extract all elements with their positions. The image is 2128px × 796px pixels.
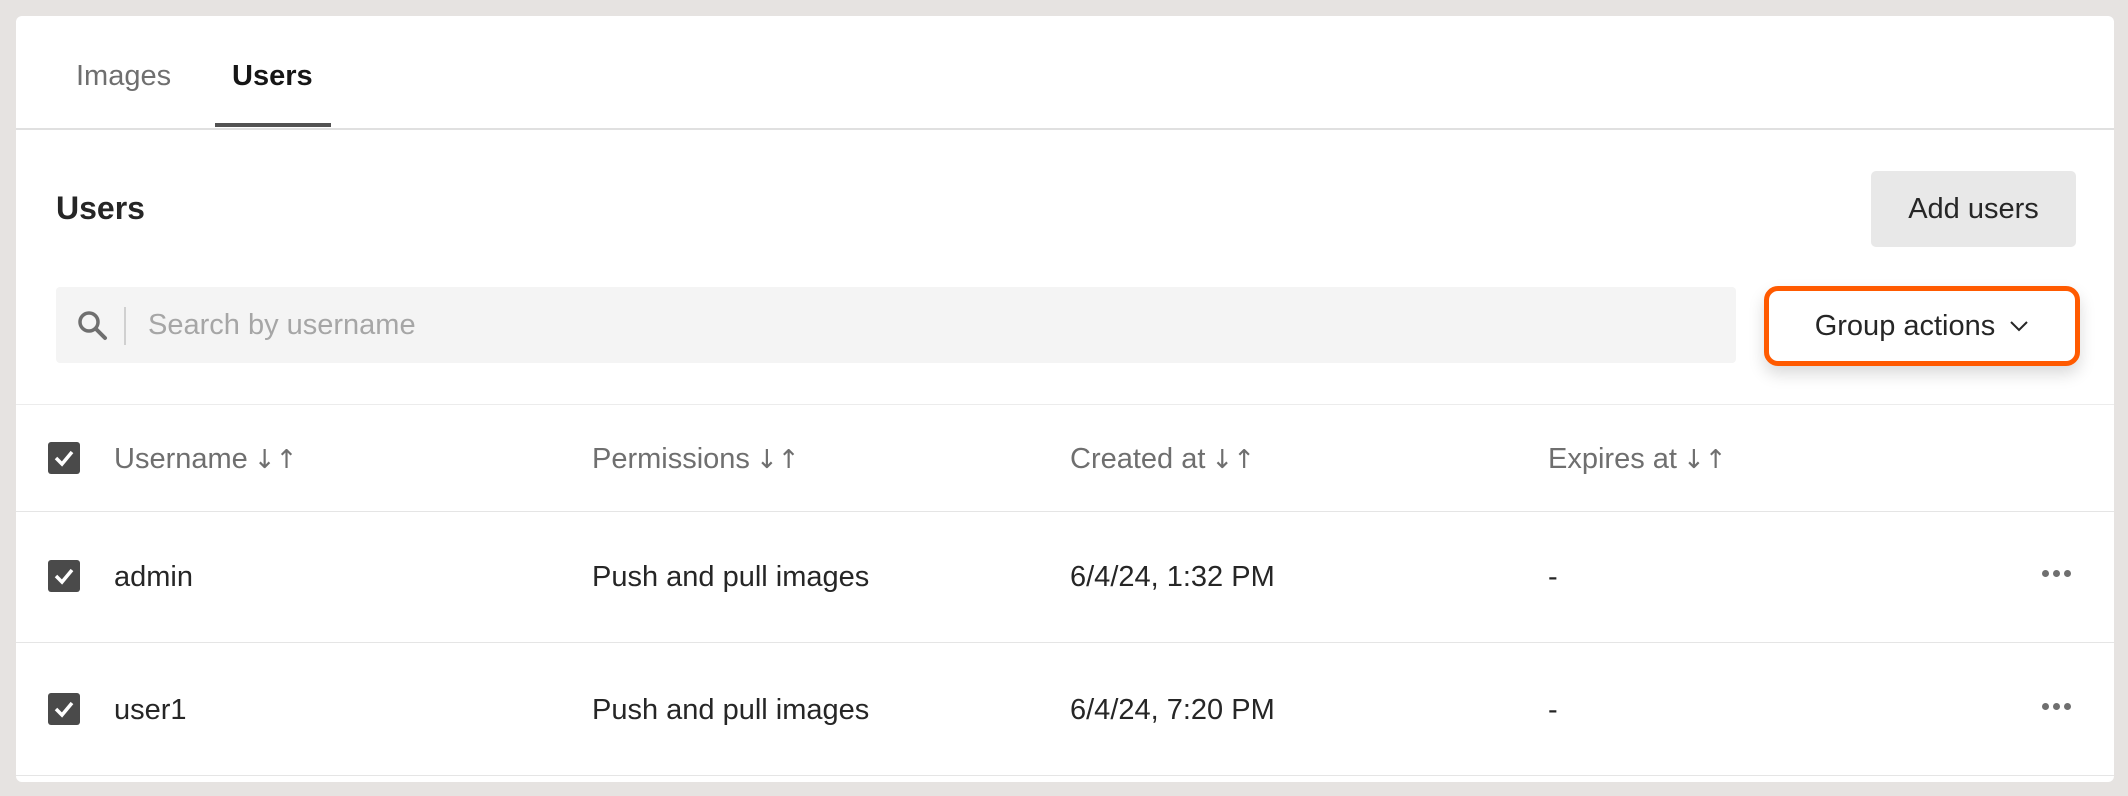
more-horizontal-icon[interactable] xyxy=(2040,564,2080,588)
sort-icon: ↓↑ xyxy=(253,445,298,475)
cell-username: user1 xyxy=(114,694,187,726)
chevron-down-icon xyxy=(2010,321,2028,332)
column-header-expires-at[interactable]: Expires at ↓↑ xyxy=(1548,443,1727,476)
tab-users[interactable]: Users xyxy=(232,60,313,93)
checkmark-icon xyxy=(54,568,74,585)
active-tab-indicator xyxy=(215,123,331,127)
checkmark-icon xyxy=(54,701,74,718)
table-header: Username ↓↑ Permissions ↓↑ Created at ↓↑ Ex… xyxy=(16,404,2114,512)
search-divider xyxy=(124,307,126,345)
search-bar xyxy=(56,287,1740,363)
select-all-checkbox[interactable] xyxy=(48,442,80,474)
table-row: admin Push and pull images 6/4/24, 1:32 … xyxy=(16,510,2114,643)
search-input[interactable] xyxy=(136,287,1740,363)
group-actions-label: Group actions xyxy=(1814,309,1996,342)
cell-permissions: Push and pull images xyxy=(592,694,870,726)
cell-created-at: 6/4/24, 7:20 PM xyxy=(1070,694,1275,726)
checkmark-icon xyxy=(54,450,74,467)
users-panel: Images Users Users Add users Group actio… xyxy=(16,16,2114,782)
tab-images[interactable]: Images xyxy=(76,60,171,93)
cell-expires-at: - xyxy=(1548,694,1558,726)
cell-created-at: 6/4/24, 1:32 PM xyxy=(1070,561,1275,593)
column-header-created-at[interactable]: Created at ↓↑ xyxy=(1070,443,1255,476)
sort-icon: ↓↑ xyxy=(1211,445,1255,475)
section-title: Users xyxy=(56,190,145,226)
cell-permissions: Push and pull images xyxy=(592,561,870,593)
column-header-username[interactable]: Username ↓↑ xyxy=(114,443,297,476)
sort-icon: ↓↑ xyxy=(755,445,800,475)
add-users-button[interactable]: Add users xyxy=(1871,171,2076,247)
more-horizontal-icon[interactable] xyxy=(2040,697,2080,721)
sort-icon: ↓↑ xyxy=(1682,445,1727,475)
cell-username: admin xyxy=(114,561,193,593)
table-row: user1 Push and pull images 6/4/24, 7:20 … xyxy=(16,643,2114,776)
search-icon xyxy=(78,311,107,340)
row-checkbox[interactable] xyxy=(48,560,80,592)
group-actions-button[interactable]: Group actions xyxy=(1764,286,2080,366)
cell-expires-at: - xyxy=(1548,561,1558,593)
tab-bar: Images Users xyxy=(16,16,2114,130)
row-checkbox[interactable] xyxy=(48,693,80,725)
column-header-permissions[interactable]: Permissions ↓↑ xyxy=(592,443,800,476)
